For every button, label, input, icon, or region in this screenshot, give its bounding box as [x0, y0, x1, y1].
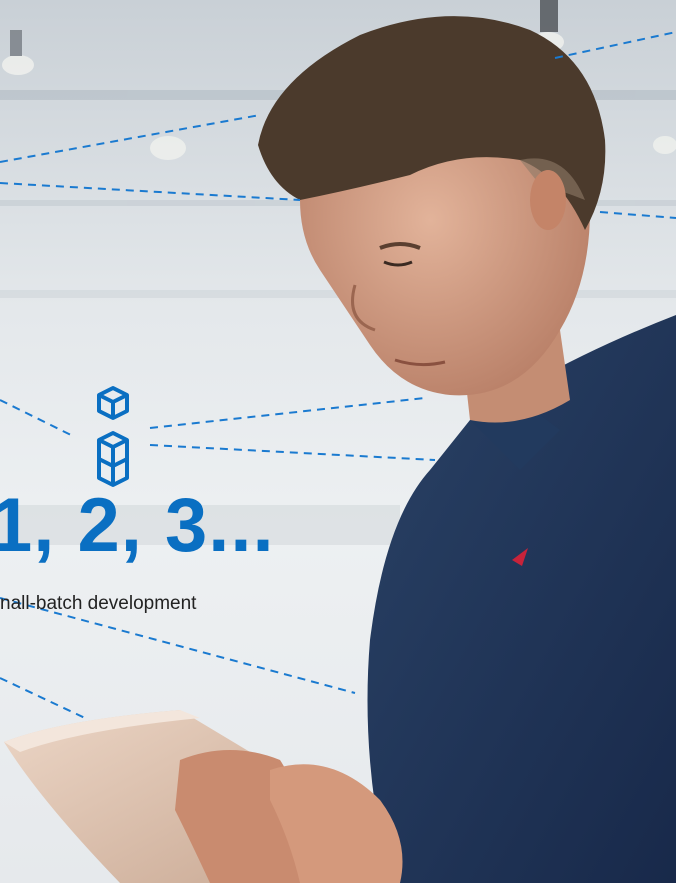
- caption: nall-batch development: [0, 593, 197, 614]
- stacked-cubes-icon: [97, 431, 129, 487]
- headline: 1, 2, 3...: [0, 483, 275, 568]
- cube-icon: [97, 386, 129, 420]
